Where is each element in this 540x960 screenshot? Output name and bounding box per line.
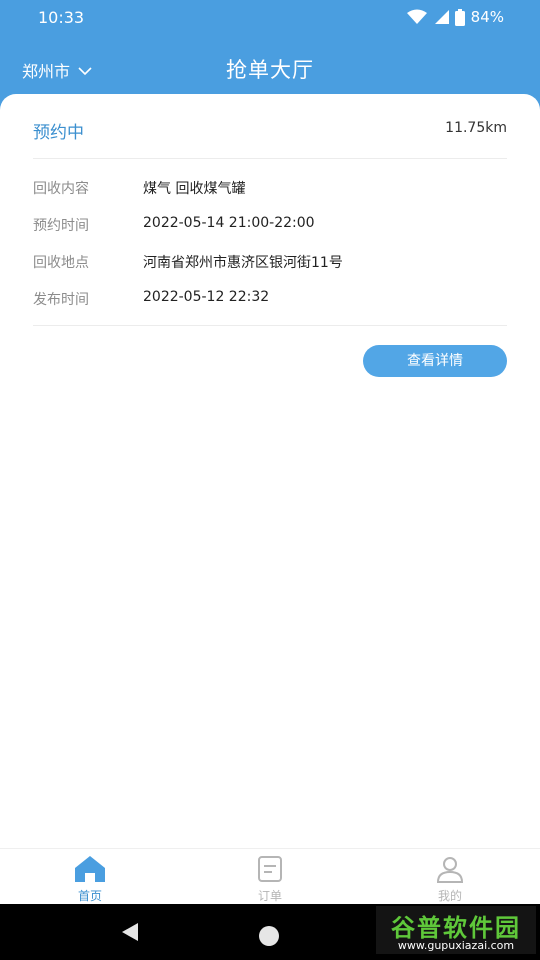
tab-home[interactable]: 首页 [0,849,180,905]
view-details-button[interactable]: 查看详情 [363,345,507,377]
status-bar: 10:33 84% [0,0,540,36]
row-value: 煤气 回收煤气罐 [143,181,246,197]
status-time: 10:33 [38,8,85,27]
tab-profile[interactable]: 我的 [360,849,540,905]
profile-icon [434,855,466,883]
order-distance: 11.75km [445,120,507,136]
home-icon [74,855,106,883]
divider [33,158,507,159]
watermark-title: 谷普软件园 [391,914,521,942]
status-icons: 84% [406,8,504,26]
watermark: 谷普软件园 www.gupuxiazai.com [376,906,536,954]
battery-level: 84% [470,8,504,26]
watermark-url: www.gupuxiazai.com [397,939,515,952]
wifi-icon [406,9,427,25]
tab-label: 首页 [77,889,102,903]
cell-signal-icon [433,9,449,25]
order-row-location: 回收地点 河南省郑州市惠济区银河街11号 [33,252,507,276]
app-header: 郑州市 抢单大厅 [0,36,540,100]
order-icon [254,855,286,883]
order-status: 预约中 [33,123,84,143]
row-value: 2022-05-12 22:32 [143,289,270,305]
order-list: 预约中 11.75km 回收内容 煤气 回收煤气罐 预约时间 2022-05-1… [0,94,540,848]
order-row-publish-time: 发布时间 2022-05-12 22:32 [33,289,507,313]
order-row-content: 回收内容 煤气 回收煤气罐 [33,178,507,202]
row-value: 2022-05-14 21:00-22:00 [143,215,315,231]
tab-orders[interactable]: 订单 [180,849,360,905]
bottom-tab-bar: 首页 订单 我的 [0,848,540,905]
divider [33,325,507,326]
row-value: 河南省郑州市惠济区银河街11号 [143,255,343,271]
tab-label: 我的 [437,889,462,903]
tab-label: 订单 [257,889,282,903]
row-label: 回收内容 [33,181,89,197]
row-label: 预约时间 [33,218,89,234]
battery-icon [454,8,465,26]
row-label: 发布时间 [33,292,89,308]
back-icon[interactable] [120,922,140,946]
row-label: 回收地点 [33,255,89,271]
home-button-icon[interactable] [259,926,279,946]
order-row-appointment-time: 预约时间 2022-05-14 21:00-22:00 [33,215,507,239]
page-title: 抢单大厅 [226,58,314,82]
